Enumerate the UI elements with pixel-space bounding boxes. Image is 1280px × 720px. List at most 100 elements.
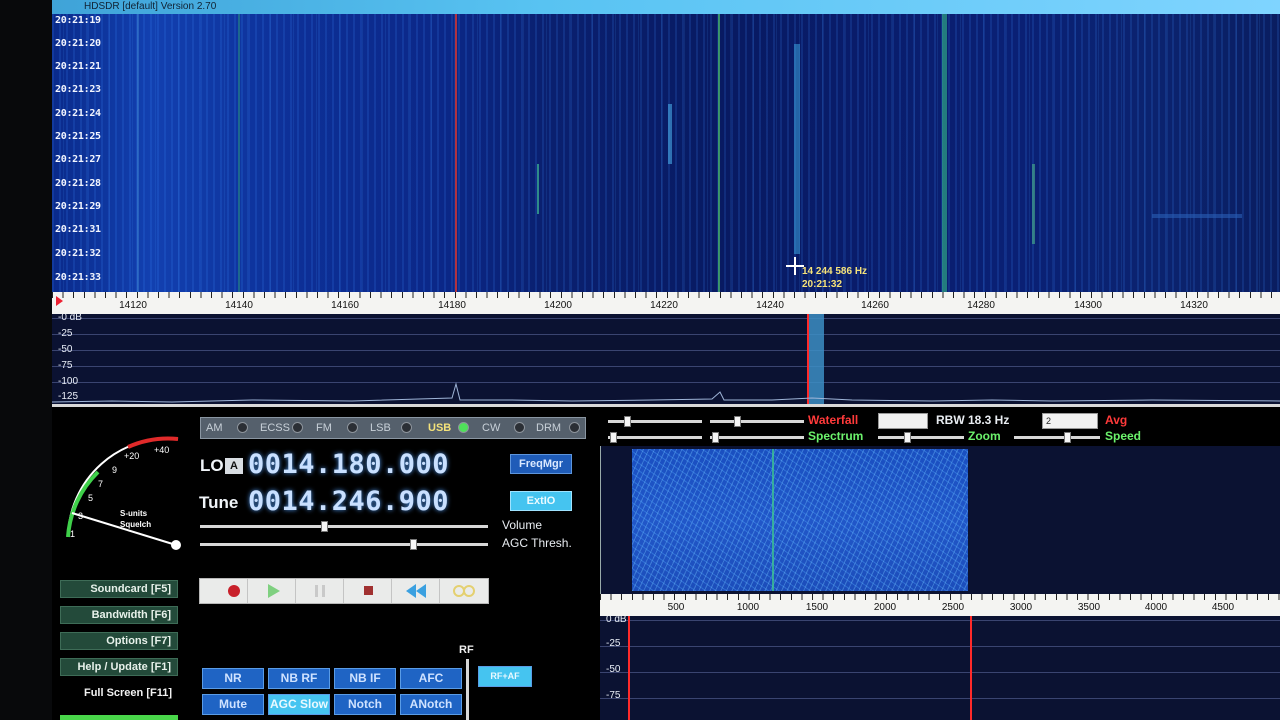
nr-button[interactable]: NR [202,668,264,689]
scale-left-arrow-icon[interactable] [56,296,63,306]
waterfall-setting-box[interactable] [878,413,928,429]
waterfall-timestamp: 20:21:28 [55,178,101,189]
rewind-button[interactable] [392,579,440,603]
slider-knob[interactable] [610,432,617,443]
meter-label: +40 [154,445,170,455]
scale-label: 14160 [331,300,359,311]
rewind-icon [406,584,426,598]
slider-knob[interactable] [904,432,911,443]
audio-filter-high-edge[interactable] [970,616,972,720]
record-icon [228,585,240,597]
monitor-bezel [0,0,52,720]
scale-label: 14300 [1074,300,1102,311]
audio-scale-label: 2000 [873,602,897,613]
notch-button[interactable]: Notch [334,694,396,715]
audio-filter-low-edge[interactable] [628,616,630,720]
mute-button[interactable]: Mute [202,694,264,715]
db-label: -75 [58,360,73,371]
s-meter: +20 +40 9 7 5 3 1 S-units Squelch [58,427,184,557]
mode-drm-led-icon [569,422,580,433]
nb-rf-button[interactable]: NB RF [268,668,330,689]
extio-button[interactable]: ExtIO [510,491,572,511]
meter-label: 1 [70,529,76,539]
meter-label: 3 [78,511,84,521]
audio-waterfall[interactable] [632,449,968,591]
zoom-slider[interactable] [878,436,964,439]
waterfall-signal-trace [238,14,240,292]
grid-line [52,318,1280,319]
waterfall-timestamp: 20:21:31 [55,224,101,235]
rf-spectrum[interactable]: -0 dB -25 -50 -75 -100 -125 [52,314,1280,406]
mode-cw-led-icon [514,422,525,433]
waterfall-center-marker [455,14,457,292]
waterfall-signal-trace [718,14,720,292]
audio-scale-label: 4500 [1211,602,1235,613]
nb-if-button[interactable]: NB IF [334,668,396,689]
avg-value: 2 [1046,416,1052,426]
volume-slider[interactable] [200,525,488,528]
main-waterfall[interactable]: 20:21:19 20:21:20 20:21:21 20:21:23 20:2… [52,14,1280,292]
pause-button[interactable] [296,579,344,603]
audio-spectrum[interactable]: 0 dB -25 -50 -75 [600,616,1280,720]
audio-scale-label: 1500 [805,602,829,613]
freqmgr-button[interactable]: FreqMgr [510,454,572,474]
meter-caption: Squelch [120,520,152,529]
slider-knob[interactable] [734,416,741,427]
waterfall-timestamp: 20:21:19 [55,15,101,26]
agc-threshold-slider-knob[interactable] [410,539,418,550]
tune-frequency-display[interactable]: 0014.246.900 [248,486,449,517]
bandwidth-button[interactable]: Bandwidth [F6] [60,606,178,624]
record-button[interactable] [200,579,248,603]
audio-db-label: 0 dB [606,616,627,625]
volume-slider-knob[interactable] [320,521,328,532]
speed-slider[interactable] [1014,436,1100,439]
lo-frequency-display[interactable]: 0014.180.000 [248,449,449,480]
scale-label: 14180 [438,300,466,311]
audio-scale-label: 4000 [1144,602,1168,613]
cursor-time-readout: 20:21:32 [802,279,843,290]
help-update-button[interactable]: Help / Update [F1] [60,658,178,676]
slider-knob[interactable] [1064,432,1071,443]
full-screen-button[interactable]: Full Screen [F11] [60,684,178,702]
tune-label: Tune [199,493,239,512]
rf-gain-slider[interactable] [466,659,469,720]
audio-scale-label: 3000 [1009,602,1033,613]
cursor-frequency-readout: 14 244 586 Hz [802,266,868,277]
waterfall-timestamp: 20:21:29 [55,201,101,212]
audio-frequency-scale[interactable]: 500 1000 1500 2000 2500 3000 3500 4000 4… [600,594,1280,616]
loop-button[interactable] [440,579,488,603]
spectrum-contrast-slider[interactable] [608,436,702,439]
play-button[interactable] [248,579,296,603]
rf-af-button[interactable]: RF+AF [478,666,532,687]
mode-selector: AM ECSS FM LSB USB CW DRM [200,417,586,439]
lo-badge[interactable]: A [225,458,243,474]
avg-dropdown[interactable]: 2 [1042,413,1098,429]
waterfall-signal-trace [1152,214,1242,218]
frequency-scale[interactable]: 14120 14140 14160 14180 14200 14220 1424… [52,292,1280,314]
stop-button[interactable] [344,579,392,603]
waterfall-signal-trace [794,44,800,254]
soundcard-button[interactable]: Soundcard [F5] [60,580,178,598]
afc-button[interactable]: AFC [400,668,462,689]
mode-lsb-label: LSB [370,422,391,434]
spectrum-brightness-slider[interactable] [710,436,804,439]
grid-line [52,350,1280,351]
waterfall-timestamp: 20:21:27 [55,154,101,165]
agc-slow-button[interactable]: AGC Slow [268,694,330,715]
mode-ecss-label: ECSS [260,422,290,434]
mode-drm-label: DRM [536,422,562,434]
waterfall-brightness-slider[interactable] [710,420,804,423]
anotch-button[interactable]: ANotch [400,694,462,715]
rbw-label[interactable]: RBW 18.3 Hz [936,413,1009,427]
mode-lsb-button[interactable]: LSB [365,419,421,437]
slider-knob[interactable] [624,416,631,427]
mode-fm-label: FM [316,422,332,434]
waterfall-contrast-slider[interactable] [608,420,702,423]
loop-icon [453,585,475,597]
scale-label: 14260 [861,300,889,311]
options-button[interactable]: Options [F7] [60,632,178,650]
mode-cw-label: CW [482,422,501,434]
slider-knob[interactable] [712,432,719,443]
agc-threshold-slider[interactable] [200,543,488,546]
mode-usb-label: USB [428,422,452,434]
